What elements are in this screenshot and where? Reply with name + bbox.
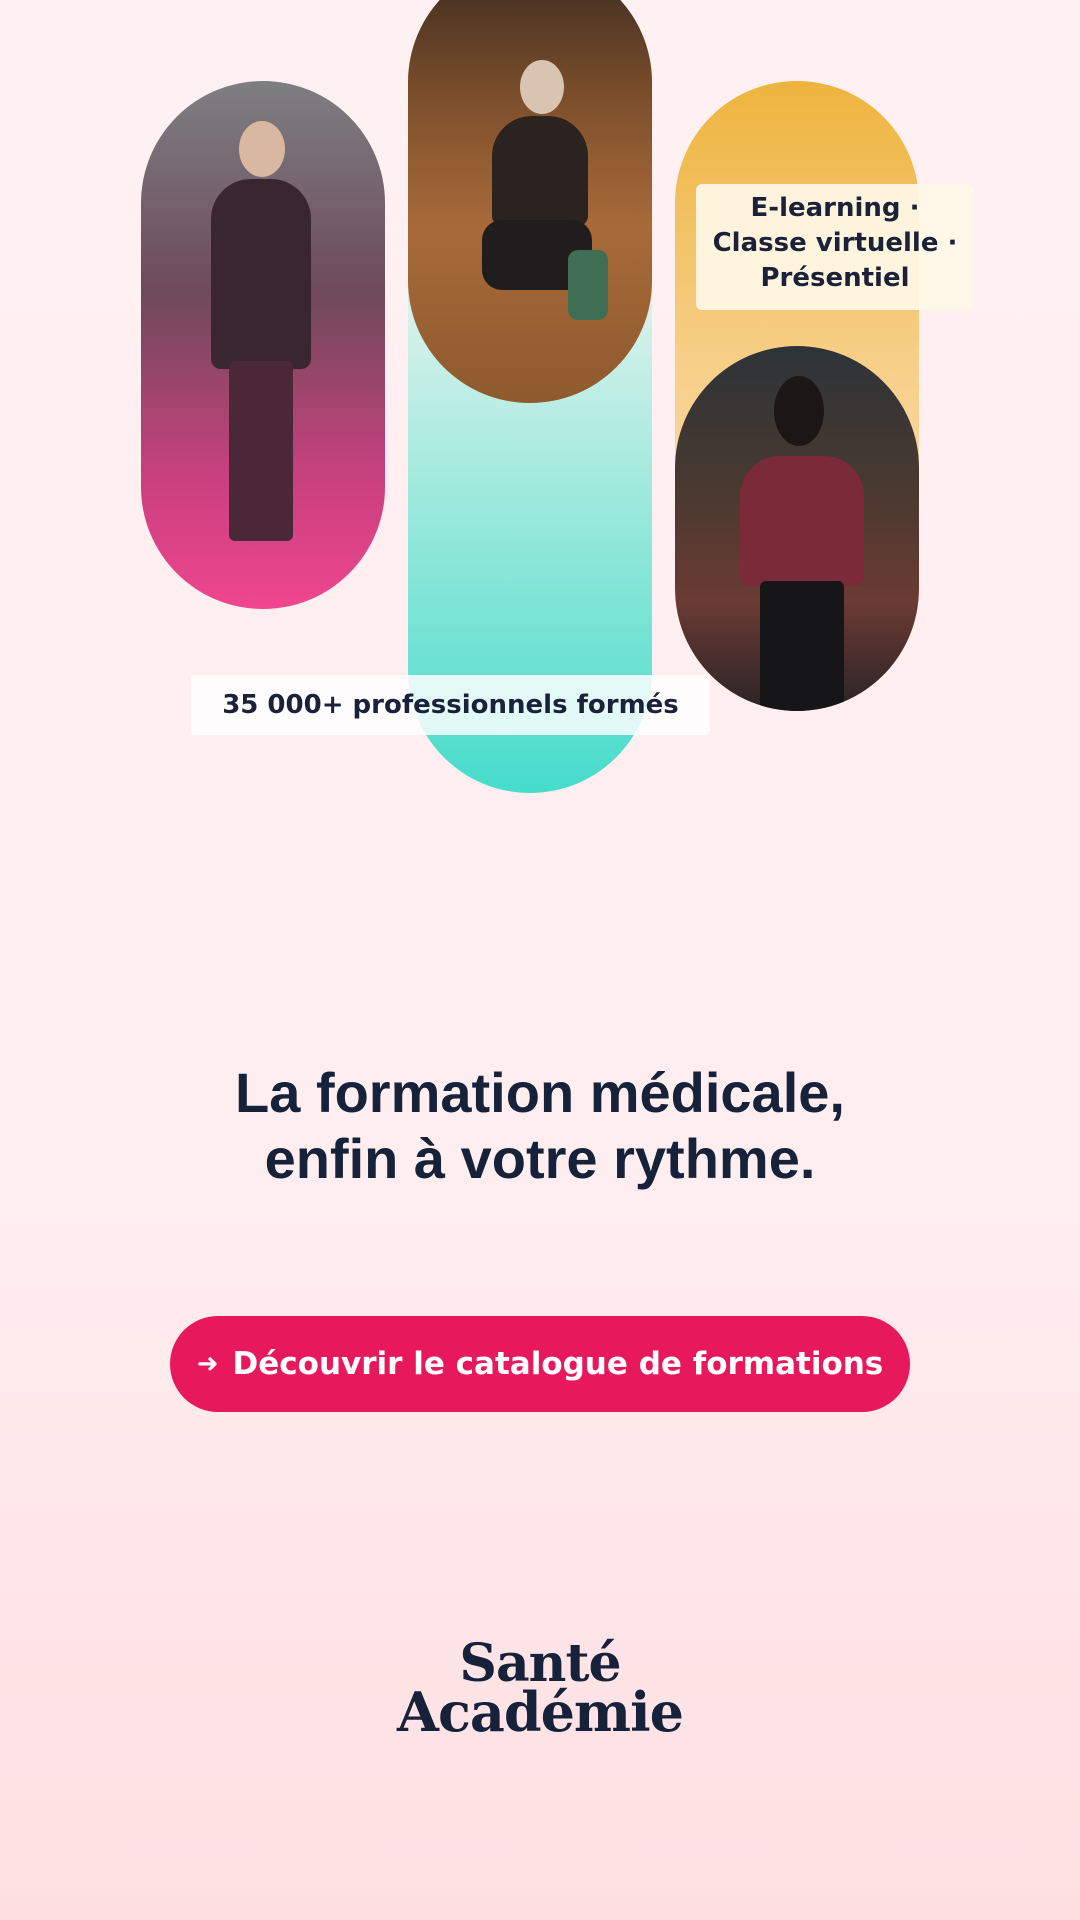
person-silhouette	[201, 121, 321, 561]
brand-logo: Santé Académie	[0, 1638, 1080, 1744]
students-count-badge: 35 000+ professionnels formés	[191, 675, 710, 735]
mode-virtual-class: Classe virtuelle ·	[712, 228, 958, 258]
instructor-photo-right	[675, 81, 919, 711]
logo-line-2: Académie	[397, 1680, 684, 1744]
arrow-right-icon: ➜	[196, 1349, 219, 1379]
instructor-photo-left	[141, 81, 385, 609]
catalogue-button-label: Découvrir le catalogue de formations	[232, 1346, 884, 1382]
headline-line-1: La formation médicale,	[235, 1061, 845, 1124]
training-modes-badge: E-learning · Classe virtuelle · Présenti…	[696, 184, 974, 310]
library-photo	[408, 0, 652, 403]
office-photo	[675, 346, 919, 711]
catalogue-button[interactable]: ➜ Découvrir le catalogue de formations	[170, 1316, 910, 1412]
headline-line-2: enfin à votre rythme.	[264, 1127, 816, 1190]
mode-elearning: E-learning ·	[750, 193, 920, 223]
person-silhouette	[730, 376, 870, 711]
page-headline: La formation médicale, enfin à votre ryt…	[0, 1060, 1080, 1192]
mode-in-person: Présentiel	[760, 263, 910, 293]
person-silhouette	[478, 60, 608, 360]
